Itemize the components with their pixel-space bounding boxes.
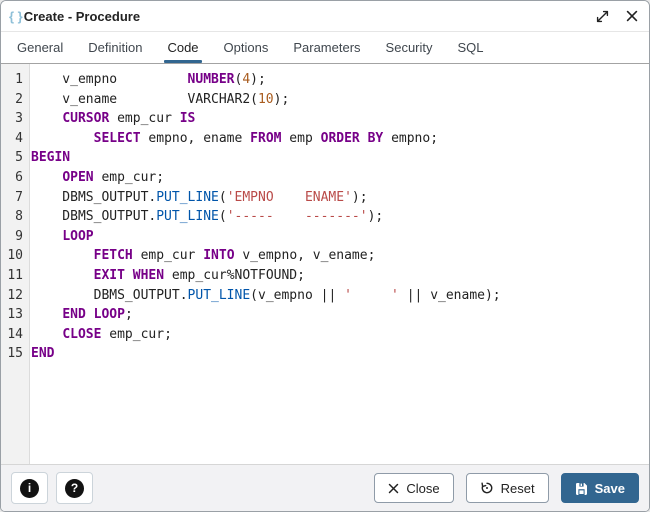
create-procedure-dialog: { } Create - Procedure General Definition… <box>0 0 650 512</box>
code-line[interactable]: FETCH emp_cur INTO v_empno, v_ename; <box>31 246 649 266</box>
line-number: 8 <box>15 209 23 225</box>
code-line[interactable]: CLOSE emp_cur; <box>31 325 649 345</box>
tab-options[interactable]: Options <box>214 32 279 63</box>
tab-sql[interactable]: SQL <box>448 32 494 63</box>
tab-security[interactable]: Security <box>376 32 443 63</box>
code-editor: 1 2 3 4 5 6 7 8 9 10 11 12 13 14 15 v_empno NUMBER(4);… <box>1 64 649 464</box>
reset-button[interactable]: Reset <box>465 473 549 503</box>
code-line[interactable]: DBMS_OUTPUT.PUT_LINE('----- -------'); <box>31 207 649 227</box>
code-line[interactable]: END LOOP; <box>31 305 649 325</box>
line-number: 6 <box>15 169 23 185</box>
code-line[interactable]: CURSOR emp_cur IS <box>31 109 649 129</box>
reset-icon <box>480 481 494 495</box>
info-icon: i <box>20 478 39 498</box>
line-number: 2 <box>15 91 23 107</box>
code-line[interactable]: EXIT WHEN emp_cur%NOTFOUND; <box>31 266 649 286</box>
save-floppy-icon <box>575 482 588 495</box>
code-content[interactable]: v_empno NUMBER(4); v_ename VARCHAR2(10);… <box>30 64 649 464</box>
code-line[interactable]: END <box>31 344 649 364</box>
line-number: 12 <box>7 287 23 303</box>
line-number: 9 <box>15 228 23 244</box>
close-dialog-icon[interactable] <box>625 9 639 23</box>
line-number: 10 <box>7 248 23 264</box>
code-line[interactable]: DBMS_OUTPUT.PUT_LINE(v_empno || ' ' || v… <box>31 286 649 306</box>
expand-dialog-icon[interactable] <box>595 9 609 23</box>
save-button-label: Save <box>594 480 625 496</box>
code-line[interactable]: OPEN emp_cur; <box>31 168 649 188</box>
line-number: 13 <box>7 307 23 323</box>
tab-code[interactable]: Code <box>157 32 208 63</box>
line-number: 15 <box>7 346 23 362</box>
code-line[interactable]: SELECT empno, ename FROM emp ORDER BY em… <box>31 129 649 149</box>
procedure-braces-icon: { } <box>9 8 23 24</box>
tab-general[interactable]: General <box>7 32 73 63</box>
line-number: 5 <box>15 150 23 166</box>
dialog-title: Create - Procedure <box>23 8 141 24</box>
tab-bar: General Definition Code Options Parameters Se… <box>1 32 649 64</box>
tab-parameters[interactable]: Parameters <box>283 32 370 63</box>
close-button-label: Close <box>406 480 440 496</box>
code-line[interactable]: v_ename VARCHAR2(10); <box>31 90 649 110</box>
code-line[interactable]: BEGIN <box>31 148 649 168</box>
line-number: 11 <box>7 267 23 283</box>
dialog-header: { } Create - Procedure <box>1 1 649 32</box>
code-line[interactable]: v_empno NUMBER(4); <box>31 70 649 90</box>
code-line[interactable]: DBMS_OUTPUT.PUT_LINE('EMPNO ENAME'); <box>31 188 649 208</box>
tab-definition[interactable]: Definition <box>78 32 152 63</box>
reset-button-label: Reset <box>500 480 535 496</box>
line-number-gutter: 1 2 3 4 5 6 7 8 9 10 11 12 13 14 15 <box>1 64 30 464</box>
code-line[interactable]: LOOP <box>31 227 649 247</box>
line-number: 1 <box>15 72 23 87</box>
save-button[interactable]: Save <box>560 473 639 503</box>
dialog-footer: i ? Close Reset Save <box>1 464 649 511</box>
line-number: 3 <box>15 111 23 127</box>
help-icon: ? <box>65 478 84 498</box>
close-button[interactable]: Close <box>374 473 454 503</box>
close-x-icon <box>388 483 399 494</box>
line-number: 4 <box>15 130 23 146</box>
line-number: 7 <box>15 189 23 205</box>
line-number: 14 <box>7 326 23 342</box>
help-button[interactable]: ? <box>56 472 93 504</box>
info-button[interactable]: i <box>11 472 48 504</box>
